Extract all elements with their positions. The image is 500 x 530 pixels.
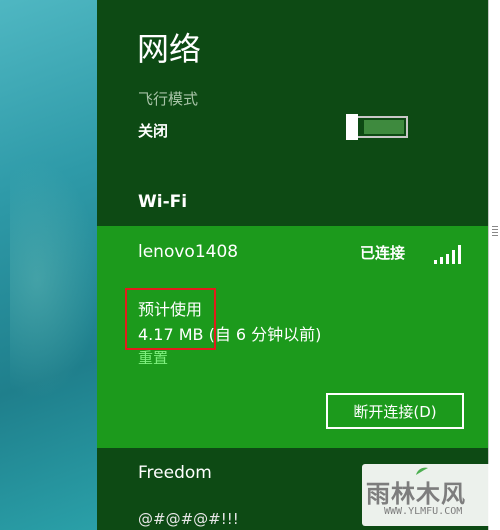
scrollbar[interactable] bbox=[488, 0, 500, 530]
connection-status: 已连接 bbox=[360, 244, 406, 262]
airplane-mode-label: 飞行模式 bbox=[138, 90, 199, 108]
scroll-grip[interactable] bbox=[492, 226, 498, 236]
desktop-background bbox=[0, 0, 100, 530]
disconnect-button[interactable]: 断开连接(D) bbox=[326, 393, 464, 429]
usage-label: 预计使用 bbox=[138, 300, 203, 319]
network-name: lenovo1408 bbox=[138, 242, 239, 262]
network-item-symbols[interactable]: @#@#@#!!! bbox=[138, 510, 239, 528]
network-panel: 网络 飞行模式 关闭 Wi-Fi lenovo1408 已连接 预计使用 4.1… bbox=[97, 0, 488, 530]
watermark-url: WWW.YLMFU.COM bbox=[384, 506, 463, 517]
wifi-section-title: Wi-Fi bbox=[138, 192, 188, 212]
watermark-text: 雨林木风 bbox=[366, 480, 466, 508]
reset-usage-link[interactable]: 重置 bbox=[138, 347, 168, 368]
airplane-mode-toggle[interactable] bbox=[346, 114, 408, 140]
panel-title: 网络 bbox=[137, 30, 202, 68]
network-item-selected[interactable]: lenovo1408 已连接 预计使用 4.17 MB (自 6 分钟以前) 重… bbox=[97, 226, 488, 448]
airplane-mode-state: 关闭 bbox=[138, 122, 169, 140]
wifi-signal-icon bbox=[434, 245, 461, 264]
toggle-thumb[interactable] bbox=[346, 114, 358, 140]
watermark-logo: 雨林木风 WWW.YLMFU.COM bbox=[362, 464, 496, 526]
toggle-track bbox=[364, 120, 404, 134]
usage-value: 4.17 MB (自 6 分钟以前) bbox=[138, 325, 322, 344]
network-item-freedom[interactable]: Freedom bbox=[138, 463, 212, 483]
